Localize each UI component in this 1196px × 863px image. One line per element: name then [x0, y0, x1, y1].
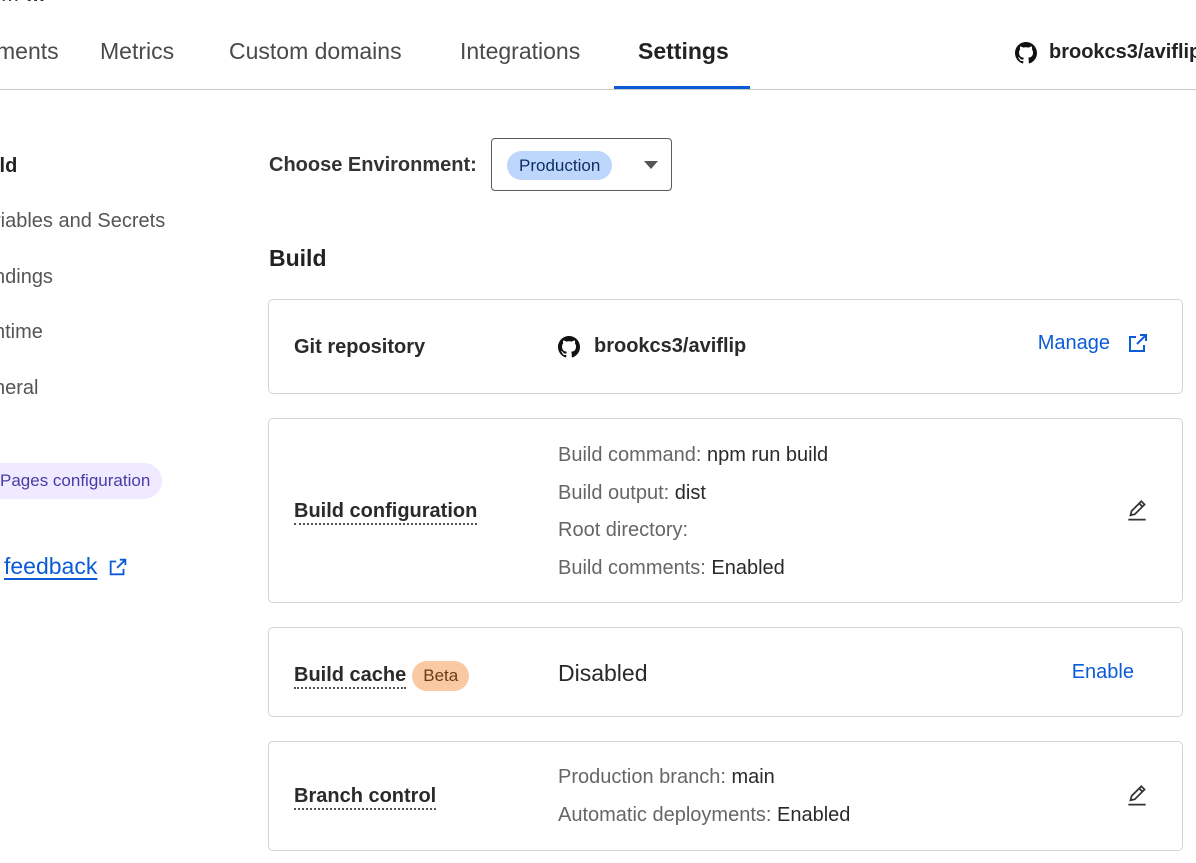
git-repository-title: Git repository	[294, 336, 426, 358]
sidebar-item-bindings[interactable]: ndings	[0, 266, 53, 289]
build-cache-card: Build cache Beta Disabled Enable	[268, 627, 1183, 717]
feedback-link[interactable]: feedback	[4, 553, 129, 580]
environment-selected-badge: Production	[507, 151, 613, 180]
external-link-icon	[1129, 334, 1147, 352]
repo-link-top[interactable]: brookcs3/aviflip	[1015, 41, 1196, 64]
environment-select[interactable]: Production	[491, 138, 672, 191]
sidebar-item-build[interactable]: ild	[0, 155, 17, 178]
section-title-build: Build	[269, 245, 327, 271]
external-link-icon	[110, 558, 127, 575]
root-directory-row: Root directory:	[558, 519, 689, 541]
repo-top-name: brookcs3/aviflip	[1049, 41, 1196, 63]
manage-label: Manage	[1037, 331, 1110, 354]
git-repository-card: Git repository brookcs3/aviflip Manage	[268, 299, 1183, 394]
sidebar-item-variables-secrets[interactable]: riables and Secrets	[0, 210, 165, 233]
caret-down-icon	[644, 161, 658, 169]
beta-badge: Beta	[412, 661, 470, 691]
tab-active-indicator	[614, 86, 750, 89]
build-cache-status: Disabled	[558, 660, 648, 686]
build-configuration-card: Build configuration Build command: npm r…	[268, 418, 1183, 603]
tab-custom-domains[interactable]: Custom domains	[229, 38, 402, 65]
git-repository-name: brookcs3/aviflip	[594, 335, 747, 357]
pencil-icon[interactable]	[1124, 783, 1150, 809]
build-comments-row: Build comments: Enabled	[558, 557, 785, 579]
git-repository-value: brookcs3/aviflip	[558, 335, 746, 358]
feedback-label: feedback	[4, 553, 98, 579]
manage-repository-link[interactable]: Manage	[1038, 331, 1150, 355]
tab-settings[interactable]: Settings	[638, 38, 729, 65]
automatic-deployments-row: Automatic deployments: Enabled	[558, 804, 851, 826]
tab-deployments[interactable]: ments	[0, 38, 59, 65]
tab-bar: ments Metrics Custom domains Integration…	[0, 0, 1196, 90]
production-branch-row: Production branch: main	[558, 766, 775, 788]
build-cache-title[interactable]: Build cache Beta	[294, 661, 470, 691]
pencil-icon[interactable]	[1124, 498, 1150, 524]
branch-control-title[interactable]: Branch control	[294, 785, 437, 810]
pages-configuration-pill[interactable]: Pages configuration	[0, 463, 163, 499]
tab-metrics[interactable]: Metrics	[100, 38, 174, 65]
build-output-row: Build output: dist	[558, 482, 706, 504]
enable-build-cache-button[interactable]: Enable	[1072, 661, 1134, 684]
choose-environment-label: Choose Environment:	[269, 154, 477, 176]
sidebar-item-runtime[interactable]: ntime	[0, 321, 43, 344]
tab-integrations[interactable]: Integrations	[460, 38, 580, 65]
github-icon	[558, 335, 580, 357]
branch-control-card: Branch control Production branch: main A…	[268, 741, 1183, 851]
github-icon	[1015, 41, 1037, 63]
sidebar-item-general[interactable]: neral	[0, 377, 38, 400]
build-configuration-title[interactable]: Build configuration	[294, 500, 478, 525]
build-command-row: Build command: npm run build	[558, 444, 829, 466]
